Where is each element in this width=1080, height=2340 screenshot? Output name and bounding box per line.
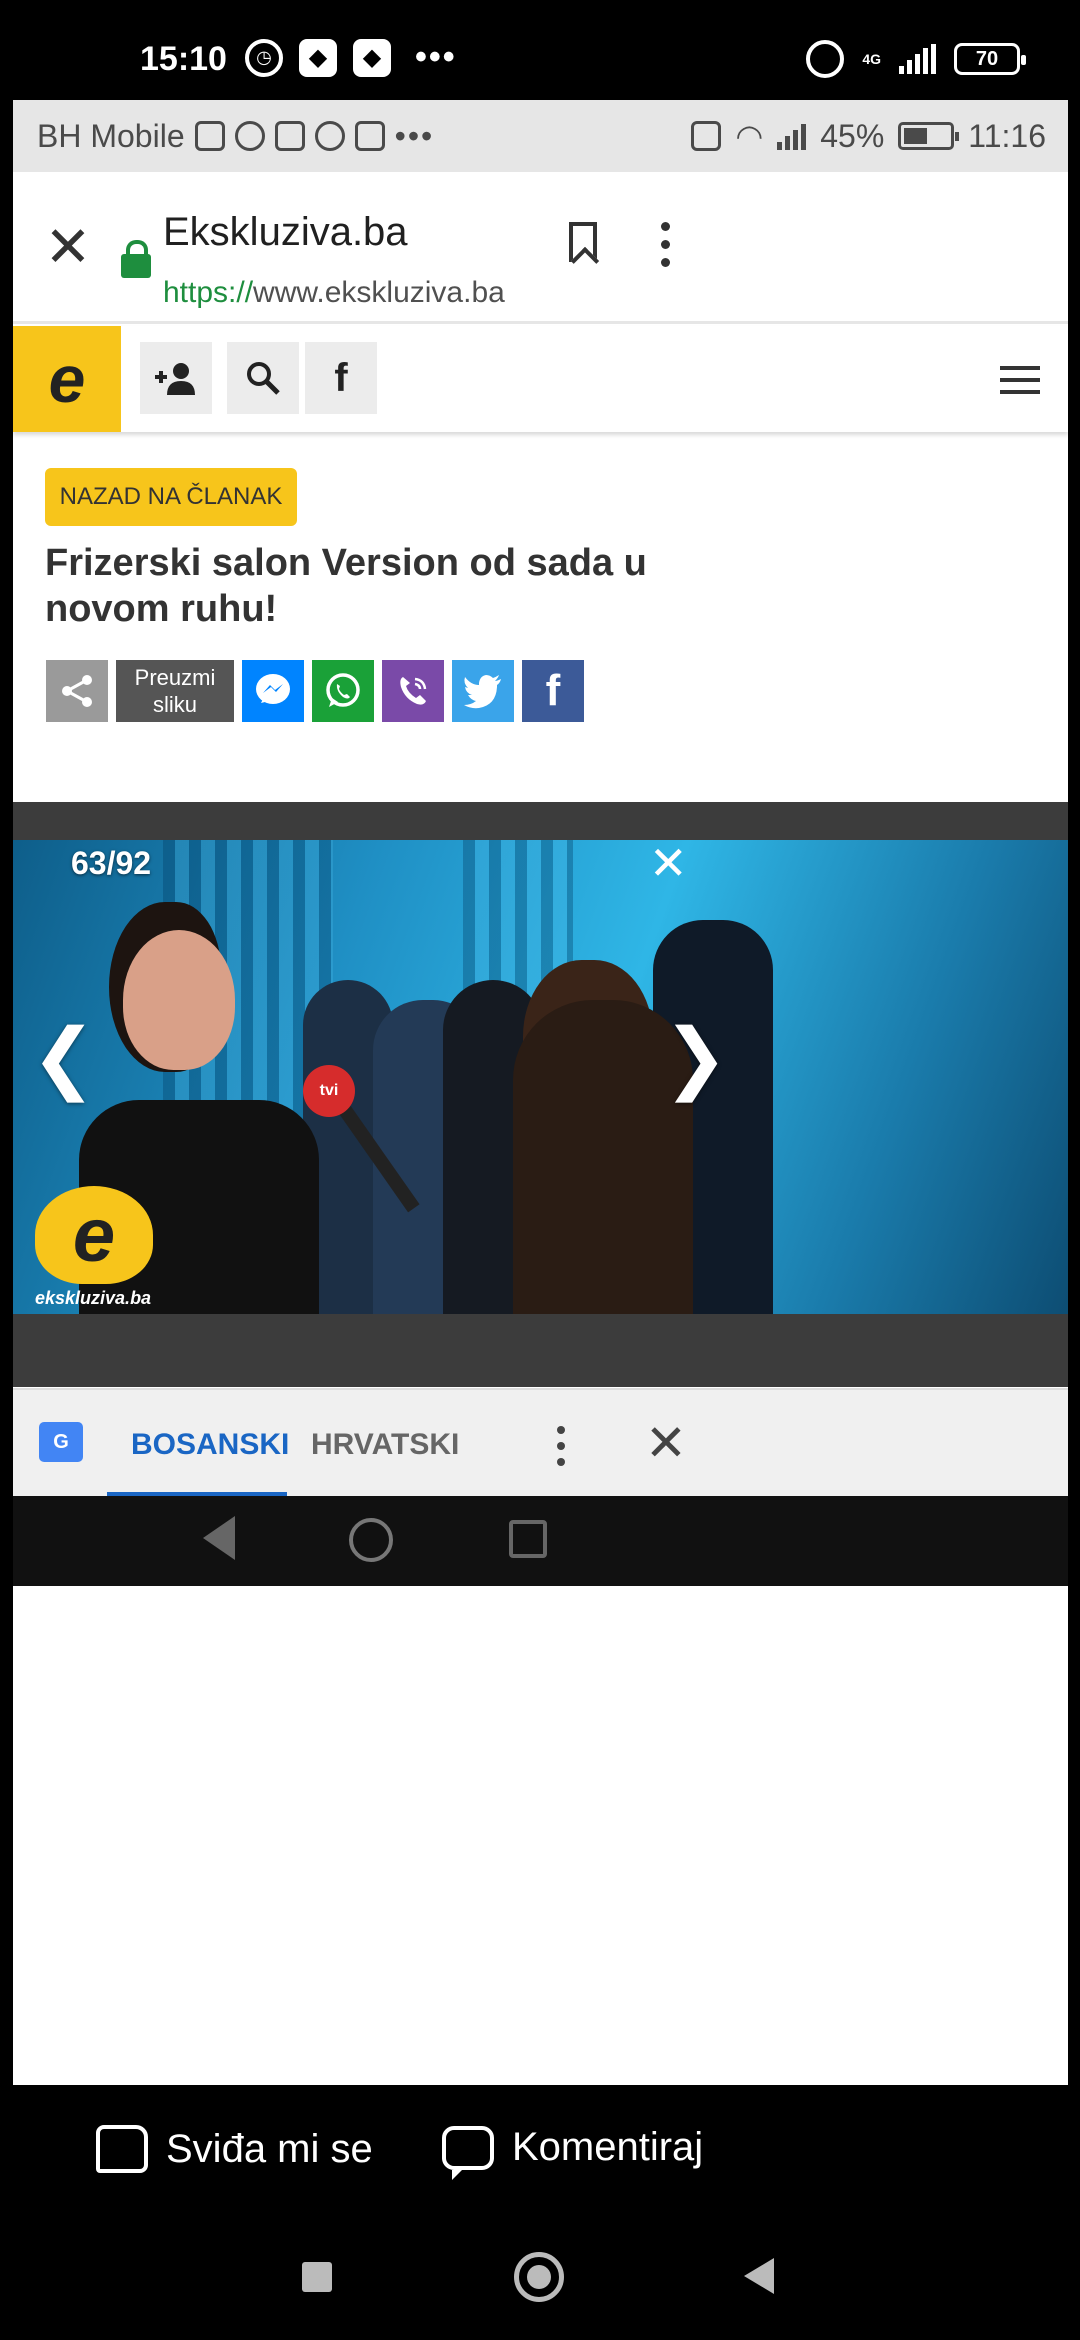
logo-letter: e bbox=[48, 342, 86, 416]
facebook-share-button[interactable]: f bbox=[522, 660, 584, 722]
home-button[interactable] bbox=[514, 2252, 564, 2302]
hamburger-icon[interactable] bbox=[1000, 366, 1040, 394]
activity-icon bbox=[194, 121, 225, 151]
close-tab-icon[interactable]: ✕ bbox=[43, 219, 93, 275]
twitter-button[interactable] bbox=[452, 660, 514, 722]
page-url[interactable]: https://www.ekskluziva.ba bbox=[163, 276, 505, 310]
twitter-icon bbox=[464, 675, 501, 709]
alarm-icon bbox=[806, 40, 845, 78]
like-button[interactable]: Sviđa mi se bbox=[96, 2125, 373, 2173]
more-icon: ••• bbox=[394, 117, 435, 154]
inner-clock: 11:16 bbox=[968, 117, 1046, 154]
article-headline: Frizerski salon Version od sada u novom … bbox=[45, 542, 647, 630]
watermark-text: ekskluziva.ba bbox=[35, 1288, 152, 1308]
outer-notification-icons: ◷ ◆ ◆ ••• bbox=[245, 38, 457, 77]
whatsapp-button[interactable] bbox=[312, 660, 374, 722]
site-header: e f bbox=[13, 326, 1068, 432]
language-tab-hrvatski[interactable]: HRVATSKI bbox=[311, 1428, 459, 1462]
outer-system-icons: 4G 70 bbox=[806, 40, 1026, 78]
gallery-counter: 63/92 bbox=[71, 845, 152, 881]
more-notifications-icon: ••• bbox=[415, 38, 457, 76]
alarm-clock-icon: ◷ bbox=[245, 38, 283, 77]
outer-clock: 15:10 bbox=[140, 40, 227, 78]
whatsapp-icon bbox=[326, 673, 360, 707]
share-buttons: Preuzmi sliku f bbox=[46, 660, 584, 722]
translate-bar: G BOSANSKI HRVATSKI ✕ bbox=[13, 1388, 1068, 1498]
share-icon bbox=[62, 675, 92, 707]
comment-button[interactable]: Komentiraj bbox=[442, 2125, 704, 2180]
previous-arrow-icon[interactable]: ❮ bbox=[31, 1018, 96, 1096]
next-arrow-icon[interactable]: ❯ bbox=[663, 1018, 728, 1096]
google-translate-icon[interactable]: G bbox=[39, 1422, 91, 1468]
app-notification-icon: ◆ bbox=[353, 38, 391, 77]
signal-icon bbox=[899, 44, 936, 74]
viber-button[interactable] bbox=[382, 660, 444, 722]
inner-system-icons: ◠ 45% 11:16 bbox=[681, 117, 1046, 155]
translate-close-icon[interactable]: ✕ bbox=[645, 1418, 687, 1468]
comment-label: Komentiraj bbox=[512, 2125, 704, 2169]
language-tab-bosanski[interactable]: BOSANSKI bbox=[131, 1428, 289, 1462]
play-store-icon bbox=[274, 121, 305, 151]
share-button[interactable] bbox=[46, 660, 108, 722]
battery-icon: 70 bbox=[954, 43, 1026, 75]
back-button[interactable] bbox=[744, 2258, 774, 2294]
battery-level: 70 bbox=[975, 47, 999, 70]
url-host: www.ekskluziva.ba bbox=[253, 276, 505, 309]
facebook-button[interactable]: f bbox=[305, 342, 377, 414]
viber-icon bbox=[400, 677, 427, 705]
app-notification-icon: ◆ bbox=[299, 38, 337, 77]
browser-toolbar: ✕ Ekskluziva.ba https://www.ekskluziva.b… bbox=[13, 172, 1068, 324]
recents-button[interactable] bbox=[302, 2262, 332, 2292]
youtube-icon bbox=[354, 121, 385, 151]
gallery-photo[interactable]: tvi bbox=[13, 840, 1068, 1314]
messenger-icon bbox=[256, 674, 290, 704]
add-user-button[interactable] bbox=[140, 342, 212, 414]
shared-screenshot: BH Mobile ••• ◠ 45% 11:16 ✕ Ekskluziva.b… bbox=[13, 100, 1068, 2085]
thumbs-up-icon bbox=[96, 2125, 148, 2173]
search-button[interactable] bbox=[227, 342, 299, 414]
alarm-icon bbox=[314, 121, 345, 151]
nfc-icon bbox=[691, 121, 722, 151]
facebook-icon: f bbox=[334, 355, 348, 400]
inner-status-bar: BH Mobile ••• ◠ 45% 11:16 bbox=[13, 100, 1068, 172]
add-user-icon bbox=[155, 363, 195, 395]
like-label: Sviđa mi se bbox=[166, 2126, 373, 2171]
outer-status-bar: 15:10 ◷ ◆ ◆ ••• 4G 70 bbox=[0, 0, 1080, 100]
back-icon bbox=[203, 1516, 235, 1560]
search-icon bbox=[247, 362, 280, 395]
facebook-icon: f bbox=[545, 666, 561, 715]
messenger-button[interactable] bbox=[242, 660, 304, 722]
recents-icon bbox=[509, 1520, 547, 1558]
carrier-name: BH Mobile bbox=[37, 117, 185, 154]
battery-icon bbox=[898, 122, 960, 150]
ekskluziva-watermark: e ekskluziva.ba bbox=[35, 1186, 153, 1309]
battery-percent: 45% bbox=[820, 117, 885, 154]
site-logo[interactable]: e bbox=[13, 326, 121, 432]
comment-bubble-icon bbox=[442, 2125, 494, 2180]
inner-navigation-bar bbox=[13, 1496, 1068, 1586]
viber-notification-icon bbox=[234, 121, 265, 151]
download-image-button[interactable]: Preuzmi sliku bbox=[116, 660, 234, 722]
woman-face bbox=[123, 930, 235, 1070]
gallery-close-icon[interactable]: ✕ bbox=[649, 836, 688, 890]
translate-menu-icon[interactable] bbox=[557, 1426, 565, 1466]
microphone: tvi bbox=[303, 1065, 355, 1117]
signal-icon bbox=[777, 122, 807, 150]
browser-menu-icon[interactable] bbox=[661, 222, 670, 267]
url-scheme: https:// bbox=[163, 276, 254, 309]
home-icon bbox=[349, 1518, 393, 1562]
system-navigation-bar bbox=[0, 2230, 1080, 2340]
mic-label: tvi bbox=[319, 1082, 339, 1099]
bookmark-icon[interactable] bbox=[569, 222, 597, 262]
secure-lock-icon[interactable] bbox=[121, 240, 151, 278]
watermark-logo: e bbox=[35, 1186, 153, 1284]
page-title: Ekskluziva.ba bbox=[163, 210, 408, 254]
network-type: 4G bbox=[862, 51, 881, 67]
wifi-icon: ◠ bbox=[735, 118, 764, 154]
back-to-article-button[interactable]: NAZAD NA ČLANAK bbox=[45, 468, 297, 526]
